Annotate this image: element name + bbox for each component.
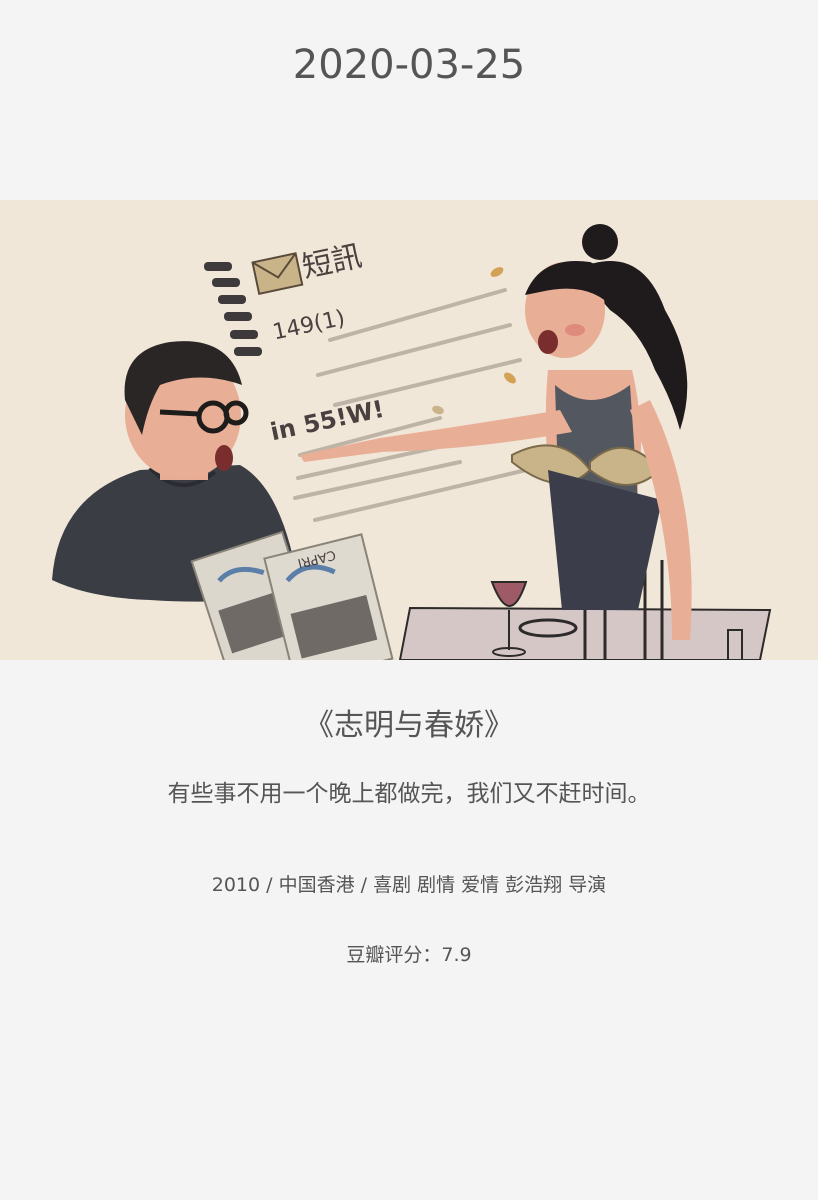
movie-meta: 2010 / 中国香港 / 喜剧 剧情 爱情 彭浩翔 导演: [211, 874, 607, 896]
magazines: CAPRI: [190, 530, 394, 660]
movie-title: 《志明与春娇》: [304, 708, 514, 743]
date-heading: 2020-03-25: [292, 42, 526, 88]
movie-illustration: 短訊 149(1) in 55!W! CAPRI: [0, 200, 818, 660]
movie-quote: 有些事不用一个晚上都做完，我们又不赶时间。: [167, 781, 651, 807]
douban-rating: 豆瓣评分：7.9: [346, 944, 472, 966]
